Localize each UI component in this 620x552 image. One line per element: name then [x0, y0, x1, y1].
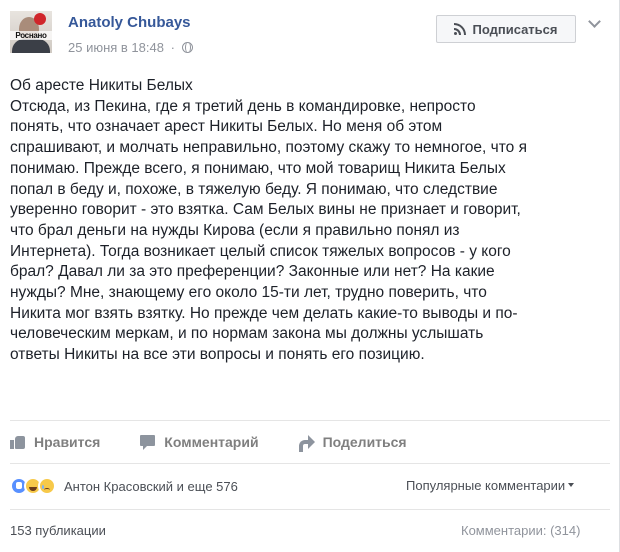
post-text: Об аресте Никиты Белых Отсюда, из Пекина…: [10, 76, 610, 366]
share-button[interactable]: Поделиться: [298, 434, 407, 452]
meta-separator: ·: [170, 40, 175, 55]
like-label: Нравится: [34, 434, 101, 450]
post-date[interactable]: 25 июня в 18:48: [68, 40, 164, 55]
reactions-summary[interactable]: Антон Красовский и еще 576: [10, 475, 238, 497]
comment-label: Комментарий: [164, 434, 259, 450]
subscribe-button[interactable]: Подписаться: [436, 15, 576, 43]
post-text-line: ответы Никиты на все эти вопросы и понят…: [10, 346, 425, 364]
post-text-line: уверенно говорит - это взятка. Сам Белых…: [10, 201, 521, 219]
post-text-line: Никита мог взять взятку. Но прежде чем д…: [10, 304, 518, 322]
comments-count[interactable]: Комментарии: (314): [461, 523, 580, 538]
post-text-line: нужды? Мне, знающему его около 15-ти лет…: [10, 284, 487, 302]
post-text-line: понимаю. Прежде всего, я понимаю, что мо…: [10, 159, 506, 177]
thumbs-up-icon: [10, 434, 26, 450]
like-button[interactable]: Нравится: [10, 434, 100, 450]
comment-button[interactable]: Комментарий: [140, 434, 259, 450]
divider: [10, 463, 610, 464]
post-text-line: брал? Давал ли за это преференции? Закон…: [10, 263, 495, 281]
subscribe-label: Подписаться: [472, 21, 558, 37]
author-avatar[interactable]: Роснано: [10, 11, 52, 53]
rss-icon: [454, 23, 467, 35]
caret-down-icon: [568, 483, 575, 487]
action-bar: Нравится Комментарий Поделиться: [10, 430, 447, 454]
post-text-line: человеческим меркам, и по нормам закона …: [10, 325, 484, 343]
comment-sort-dropdown[interactable]: Популярные комментарии: [406, 478, 575, 493]
divider: [10, 420, 610, 421]
post-meta: 25 июня в 18:48 ·: [68, 40, 193, 55]
post-text-line: Интернета). Тогда возникает целый список…: [10, 242, 511, 260]
post-options-chevron-icon[interactable]: [586, 16, 604, 32]
divider: [10, 509, 610, 510]
avatar-logo-mark: [34, 13, 46, 25]
post-text-line: спрашивают, и молчать неправильно, поэто…: [10, 139, 527, 157]
sad-reaction-icon: [38, 477, 56, 495]
post-text-line: Об аресте Никиты Белых: [10, 77, 193, 94]
post-text-line: что брал деньги на нужды Кирова (если я …: [10, 221, 460, 239]
facebook-post: Роснано Anatoly Chubays 25 июня в 18:48 …: [0, 0, 620, 552]
sort-label: Популярные комментарии: [406, 478, 566, 493]
comment-bubble-icon: [140, 434, 156, 450]
post-text-line: попал в беду и, похоже, в тяжелую беду. …: [10, 180, 498, 198]
shares-count[interactable]: 153 публикации: [10, 523, 106, 538]
globe-icon[interactable]: [181, 42, 193, 53]
post-text-line: Отсюда, из Пекина, где я третий день в к…: [10, 97, 476, 115]
avatar-body: [12, 39, 50, 53]
reactors-text[interactable]: Антон Красовский и еще 576: [64, 479, 238, 494]
avatar-logo-text: Роснано: [10, 31, 52, 40]
post-text-line: понять, что означает арест Никиты Белых.…: [10, 118, 443, 136]
share-arrow-icon: [298, 434, 315, 452]
share-label: Поделиться: [322, 434, 407, 450]
author-name[interactable]: Anatoly Chubays: [68, 14, 191, 31]
